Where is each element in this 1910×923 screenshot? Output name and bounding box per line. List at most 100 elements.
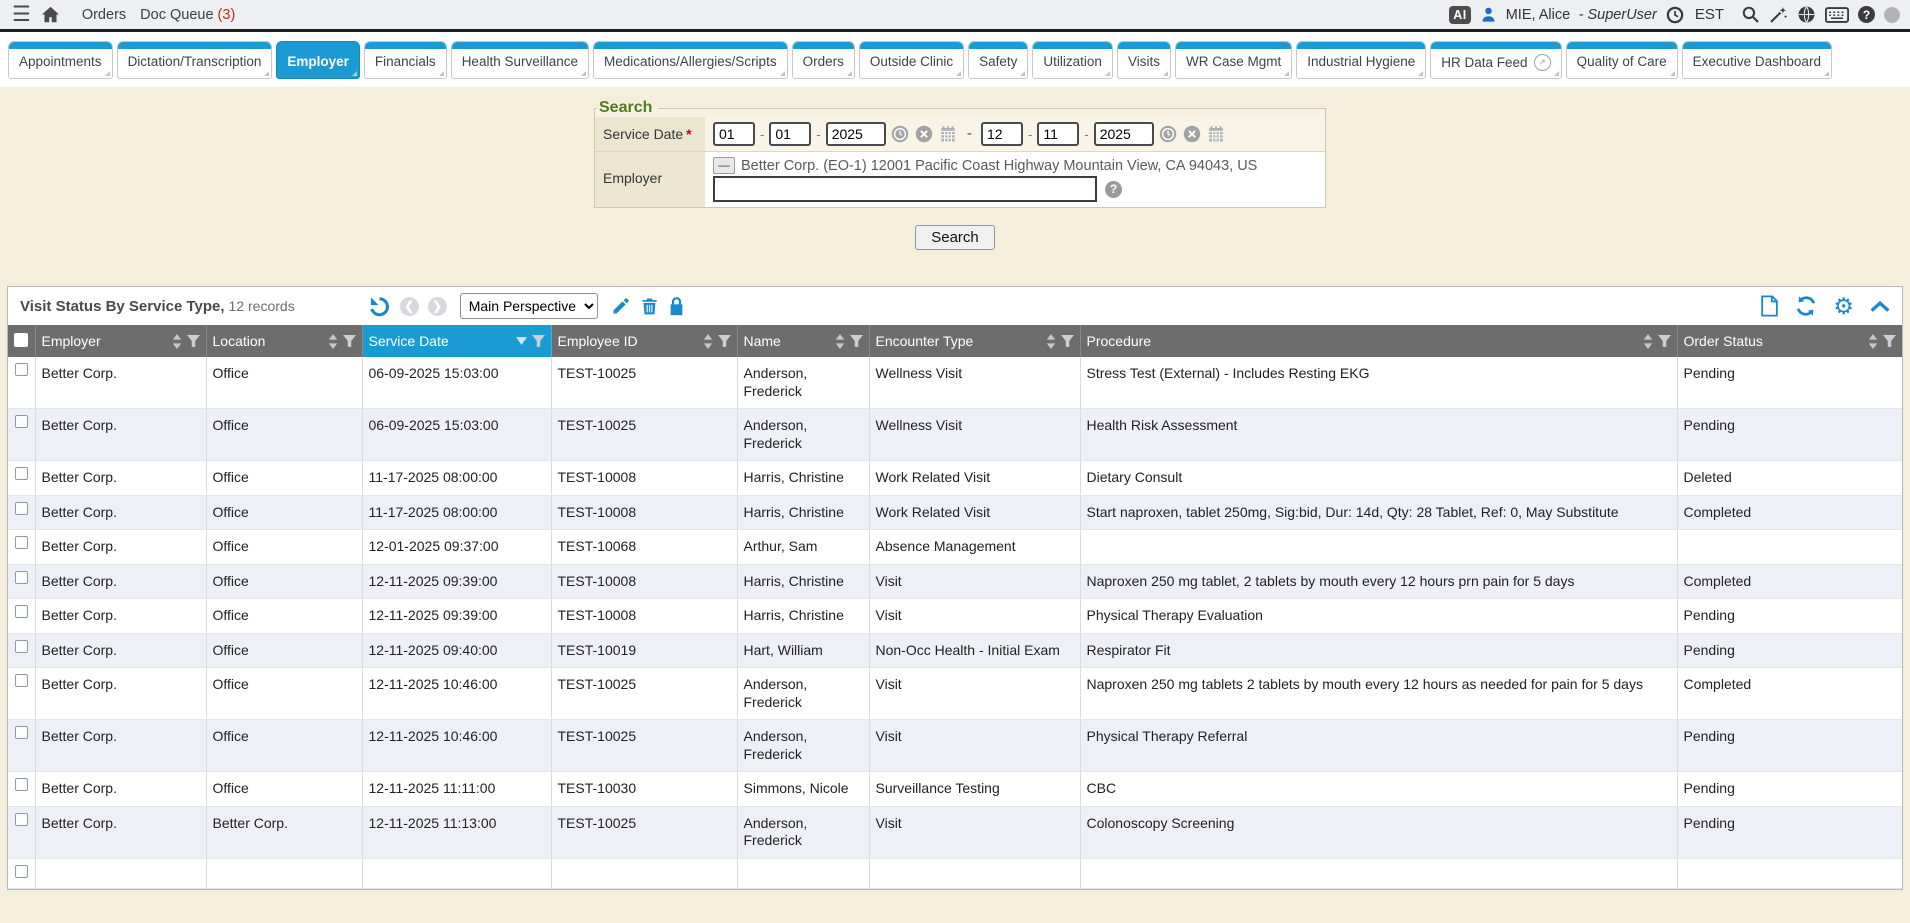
tab-hr-data-feed[interactable]: HR Data Feed↗ — [1430, 41, 1561, 79]
search-icon[interactable] — [1741, 5, 1760, 24]
ai-badge[interactable]: AI — [1449, 6, 1471, 24]
service-date-from-day[interactable] — [769, 122, 811, 146]
collapse-button[interactable]: — — [713, 157, 735, 174]
tab-medications-allergies-scripts[interactable]: Medications/Allergies/Scripts — [593, 41, 788, 79]
cell-employee-id — [551, 858, 737, 889]
tab-outside-clinic[interactable]: Outside Clinic — [859, 41, 964, 79]
service-date-from-year[interactable] — [826, 122, 886, 146]
filter-icon[interactable] — [1061, 335, 1074, 348]
sort-icon[interactable] — [1868, 334, 1878, 349]
tab-financials[interactable]: Financials — [364, 41, 447, 79]
tab-utilization[interactable]: Utilization — [1032, 41, 1113, 79]
filter-icon[interactable] — [1658, 335, 1671, 348]
calendar-icon[interactable] — [939, 125, 957, 143]
tab-appointments[interactable]: Appointments — [8, 41, 113, 79]
tab-health-surveillance[interactable]: Health Surveillance — [451, 41, 589, 79]
edit-icon[interactable] — [611, 296, 631, 316]
collapse-icon[interactable] — [1870, 300, 1890, 313]
column-header-service-date[interactable]: Service Date — [362, 325, 551, 357]
service-date-from-month[interactable] — [713, 122, 755, 146]
column-header-name[interactable]: Name — [737, 325, 869, 357]
filter-icon[interactable] — [850, 335, 863, 348]
service-date-to-year[interactable] — [1094, 122, 1154, 146]
row-checkbox[interactable] — [15, 640, 28, 653]
sort-desc-icon[interactable] — [516, 337, 527, 345]
row-checkbox[interactable] — [15, 778, 28, 791]
row-checkbox[interactable] — [15, 502, 28, 515]
clock-icon[interactable] — [1666, 6, 1684, 24]
sort-icon[interactable] — [328, 334, 338, 349]
breadcrumb-doc-queue[interactable]: Doc Queue (3) — [140, 7, 235, 23]
calendar-icon[interactable] — [1207, 125, 1225, 143]
column-header-employee-id[interactable]: Employee ID — [551, 325, 737, 357]
cell-employee-id: TEST-10008 — [551, 599, 737, 634]
clear-icon[interactable] — [915, 125, 933, 143]
row-checkbox[interactable] — [15, 415, 28, 428]
column-header-order-status[interactable]: Order Status — [1677, 325, 1902, 357]
tab-employer[interactable]: Employer — [276, 41, 360, 79]
sort-icon[interactable] — [1046, 334, 1056, 349]
employer-selected-value[interactable]: Better Corp. (EO-1) 12001 Pacific Coast … — [741, 158, 1257, 174]
tab-visits[interactable]: Visits — [1117, 41, 1171, 79]
column-header-location[interactable]: Location — [206, 325, 362, 357]
user-icon[interactable] — [1480, 6, 1497, 23]
perspective-select[interactable]: Main Perspective — [460, 293, 598, 319]
row-checkbox[interactable] — [15, 571, 28, 584]
tab-wr-case-mgmt[interactable]: WR Case Mgmt — [1175, 41, 1292, 79]
filter-icon[interactable] — [187, 335, 200, 348]
breadcrumb-orders[interactable]: Orders — [82, 7, 126, 23]
column-header-encounter-type[interactable]: Encounter Type — [869, 325, 1080, 357]
sort-icon[interactable] — [703, 334, 713, 349]
globe-icon[interactable] — [1797, 5, 1816, 24]
clear-icon[interactable] — [1183, 125, 1201, 143]
row-checkbox[interactable] — [15, 726, 28, 739]
column-header-employer[interactable]: Employer — [35, 325, 206, 357]
new-document-icon[interactable] — [1760, 295, 1779, 317]
wand-icon[interactable] — [1769, 5, 1788, 24]
cell-employer: Better Corp. — [35, 599, 206, 634]
keyboard-icon[interactable] — [1825, 7, 1849, 23]
settings-icon[interactable]: ⚙ — [1833, 295, 1854, 318]
row-checkbox[interactable] — [15, 813, 28, 826]
tab-safety[interactable]: Safety — [968, 41, 1028, 79]
row-checkbox[interactable] — [15, 363, 28, 376]
delete-icon[interactable] — [640, 296, 659, 316]
service-date-to-day[interactable] — [1037, 122, 1079, 146]
service-date-to-month[interactable] — [981, 122, 1023, 146]
select-all-checkbox[interactable] — [14, 333, 28, 347]
row-checkbox[interactable] — [15, 536, 28, 549]
row-checkbox[interactable] — [15, 674, 28, 687]
refresh-icon[interactable] — [1795, 295, 1817, 317]
sort-icon[interactable] — [1643, 334, 1653, 349]
row-checkbox[interactable] — [15, 605, 28, 618]
tab-quality-of-care[interactable]: Quality of Care — [1566, 41, 1678, 79]
employer-search-input[interactable] — [713, 176, 1097, 202]
menu-icon[interactable]: ☰ — [12, 4, 31, 25]
help-icon[interactable]: ? — [1858, 6, 1875, 23]
column-header-procedure[interactable]: Procedure — [1080, 325, 1677, 357]
clock-icon[interactable] — [1159, 125, 1177, 143]
tab-dictation-transcription[interactable]: Dictation/Transcription — [117, 41, 273, 79]
search-button[interactable]: Search — [915, 225, 995, 250]
sort-icon[interactable] — [172, 334, 182, 349]
tab-cap — [969, 42, 1027, 49]
tab-cap — [1176, 42, 1291, 49]
employer-help-icon[interactable]: ? — [1105, 181, 1122, 198]
sort-icon[interactable] — [835, 334, 845, 349]
lock-icon[interactable] — [668, 296, 685, 316]
filter-icon[interactable] — [343, 335, 356, 348]
filter-icon[interactable] — [532, 335, 545, 348]
user-name[interactable]: MIE, Alice — [1506, 7, 1570, 23]
tab-executive-dashboard[interactable]: Executive Dashboard — [1682, 41, 1832, 79]
filter-icon[interactable] — [1883, 335, 1896, 348]
next-icon[interactable]: ❯ — [428, 297, 447, 316]
clock-icon[interactable] — [891, 125, 909, 143]
undo-icon[interactable] — [368, 295, 391, 318]
row-checkbox[interactable] — [15, 865, 28, 878]
tab-orders[interactable]: Orders — [792, 41, 855, 79]
prev-icon[interactable]: ❮ — [400, 297, 419, 316]
tab-industrial-hygiene[interactable]: Industrial Hygiene — [1296, 41, 1426, 79]
filter-icon[interactable] — [718, 335, 731, 348]
row-checkbox[interactable] — [15, 467, 28, 480]
home-icon[interactable] — [41, 6, 60, 23]
